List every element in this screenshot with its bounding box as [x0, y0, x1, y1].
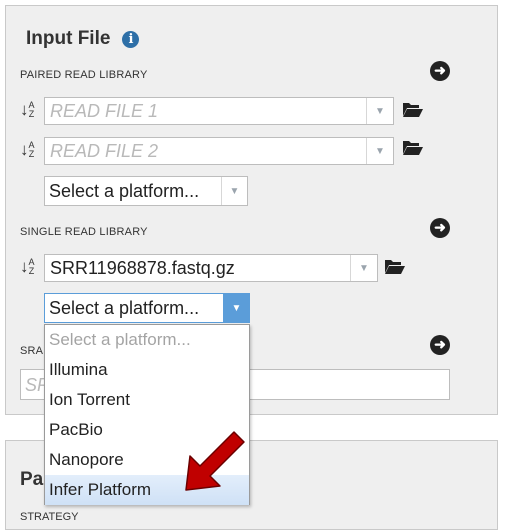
folder-open-icon[interactable] — [402, 101, 424, 118]
chevron-down-icon[interactable]: ▼ — [221, 177, 247, 205]
single-platform-value: Select a platform... — [49, 297, 200, 318]
read-file-2-input[interactable]: READ FILE 2 ▼ — [44, 137, 394, 165]
single-read-file-input[interactable]: SRR11968878.fastq.gz ▼ — [44, 254, 378, 282]
chevron-down-icon[interactable]: ▼ — [223, 294, 249, 322]
section-title: Input File i — [26, 28, 140, 50]
chevron-down-icon[interactable]: ▼ — [366, 138, 393, 164]
parameters-title: Pa — [20, 469, 44, 490]
single-platform-select[interactable]: Select a platform... ▼ — [44, 293, 250, 323]
chevron-down-icon[interactable]: ▼ — [366, 98, 393, 124]
add-single-arrow-icon[interactable]: ➜ — [430, 218, 450, 238]
folder-open-icon[interactable] — [402, 139, 424, 156]
sort-az-icon[interactable]: ↓A Z — [20, 141, 35, 159]
sra-label: SRA — [20, 345, 44, 357]
strategy-label: STRATEGY — [20, 511, 79, 523]
dropdown-option-placeholder[interactable]: Select a platform... — [45, 325, 249, 355]
paired-read-library-label: PAIRED READ LIBRARY — [20, 69, 148, 81]
sort-az-icon[interactable]: ↓A Z — [20, 258, 35, 276]
single-read-file-value: SRR11968878.fastq.gz — [50, 257, 235, 278]
folder-open-icon[interactable] — [384, 258, 406, 275]
chevron-down-icon[interactable]: ▼ — [350, 255, 377, 281]
paired-platform-select[interactable]: Select a platform... ▼ — [44, 176, 248, 206]
add-sra-arrow-icon[interactable]: ➜ — [430, 335, 450, 355]
section-title-text: Input File — [26, 28, 111, 49]
read-file-2-placeholder: READ FILE 2 — [50, 140, 159, 161]
red-pointer-arrow-icon — [185, 431, 245, 491]
read-file-1-input[interactable]: READ FILE 1 ▼ — [44, 97, 394, 125]
dropdown-option-ion-torrent[interactable]: Ion Torrent — [45, 385, 249, 415]
paired-platform-value: Select a platform... — [49, 180, 200, 201]
read-file-1-placeholder: READ FILE 1 — [50, 100, 159, 121]
info-icon[interactable]: i — [122, 30, 140, 48]
dropdown-option-illumina[interactable]: Illumina — [45, 355, 249, 385]
sort-az-icon[interactable]: ↓A Z — [20, 101, 35, 119]
single-read-library-label: SINGLE READ LIBRARY — [20, 226, 148, 238]
add-paired-arrow-icon[interactable]: ➜ — [430, 61, 450, 81]
